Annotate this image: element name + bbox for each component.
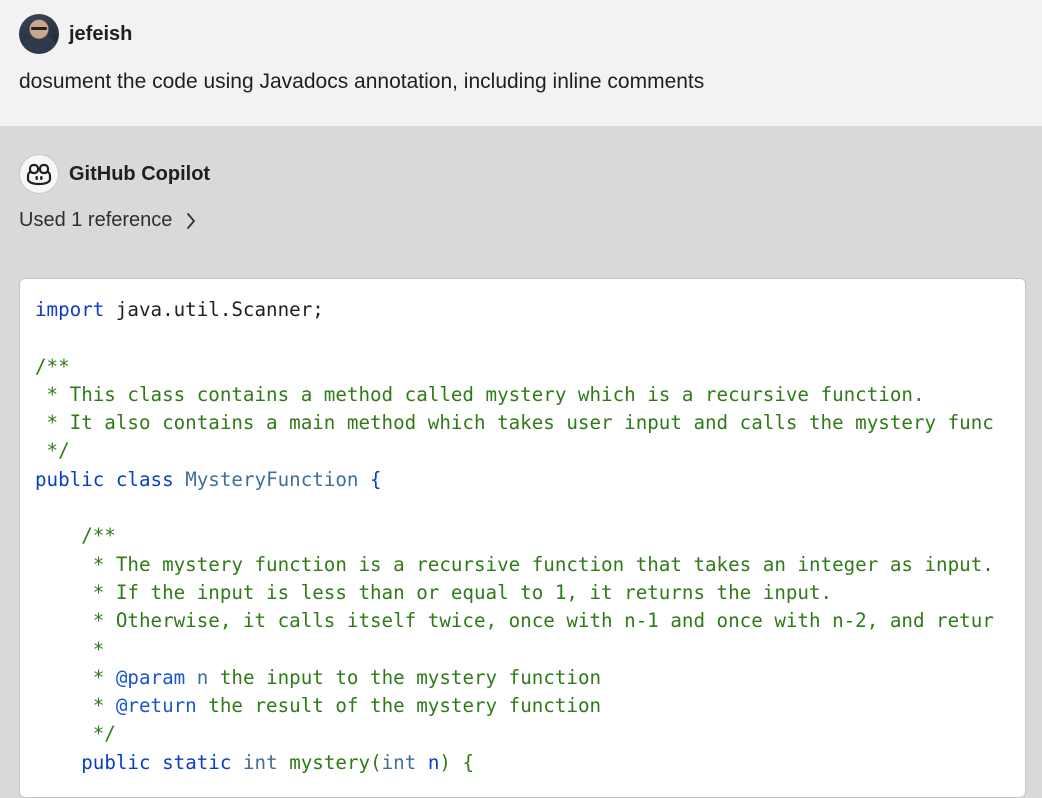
code-line: public static int mystery(int n) { [35, 749, 994, 777]
code-token: * [35, 665, 116, 689]
assistant-header: GitHub Copilot [19, 154, 210, 194]
code-line: */ [35, 437, 994, 465]
user-avatar[interactable] [19, 14, 59, 54]
code-token: int [381, 750, 417, 774]
code-token: * [35, 637, 105, 661]
code-token: /** [35, 354, 70, 378]
user-message: jefeish dosument the code using Javadocs… [0, 0, 1042, 126]
code-line: public class MysteryFunction { [35, 466, 994, 494]
code-line: * @return the result of the mystery func… [35, 692, 994, 720]
code-token: import [35, 298, 105, 321]
code-token: static [162, 750, 232, 774]
code-token: public [35, 467, 105, 491]
copilot-glyph [26, 163, 52, 186]
code-block[interactable]: import java.util.Scanner; /** * This cla… [19, 278, 1026, 798]
code-token: n [196, 665, 209, 689]
references-toggle[interactable]: Used 1 reference [19, 209, 196, 232]
code-line: * [35, 636, 994, 664]
code-token: * It also contains a main method which t… [35, 411, 994, 435]
code-token: * [35, 694, 116, 718]
code-token: mystery [289, 750, 371, 774]
code-line: */ [35, 720, 994, 748]
code-token: int [242, 750, 278, 774]
code-token: @param [115, 665, 186, 689]
code-line: * Otherwise, it calls itself twice, once… [35, 607, 994, 635]
user-header: jefeish [19, 14, 132, 54]
code-token: the result of the mystery function [196, 694, 602, 718]
code-token: java.util.Scanner; [104, 298, 324, 321]
code-line: /** [35, 522, 994, 550]
code-line: * It also contains a main method which t… [35, 409, 994, 437]
references-label: Used 1 reference [19, 209, 173, 231]
code-line: * This class contains a method called my… [35, 381, 994, 409]
code-content[interactable]: import java.util.Scanner; /** * This cla… [35, 296, 994, 777]
code-token: */ [35, 722, 116, 746]
code-token: ( [370, 750, 382, 774]
code-line: /** [35, 353, 994, 381]
code-line: * If the input is less than or equal to … [35, 579, 994, 607]
code-token: * If the input is less than or equal to … [35, 580, 833, 604]
code-line: * The mystery function is a recursive fu… [35, 551, 994, 579]
username: jefeish [69, 22, 133, 45]
avatar-glasses-detail [31, 27, 47, 30]
code-token: MysteryFunction [185, 467, 359, 491]
code-token: * This class contains a method called my… [35, 382, 925, 406]
code-token: the input to the mystery function [208, 665, 602, 689]
code-token: */ [35, 439, 70, 463]
user-prompt: dosument the code using Javadocs annotat… [19, 70, 705, 93]
code-token: { [370, 467, 382, 491]
code-token: ) { [439, 750, 475, 774]
code-token: public [81, 750, 151, 774]
code-line: import java.util.Scanner; [35, 296, 994, 324]
code-token: /** [35, 524, 116, 548]
copilot-icon [19, 154, 59, 194]
code-token: * The mystery function is a recursive fu… [35, 552, 994, 576]
code-line: * @param n the input to the mystery func… [35, 664, 994, 692]
code-token: n [427, 750, 440, 774]
chevron-right-icon [186, 212, 196, 229]
code-token: class [115, 467, 174, 491]
code-token: @return [115, 694, 197, 718]
assistant-name: GitHub Copilot [69, 162, 211, 185]
code-token: * Otherwise, it calls itself twice, once… [35, 609, 994, 633]
